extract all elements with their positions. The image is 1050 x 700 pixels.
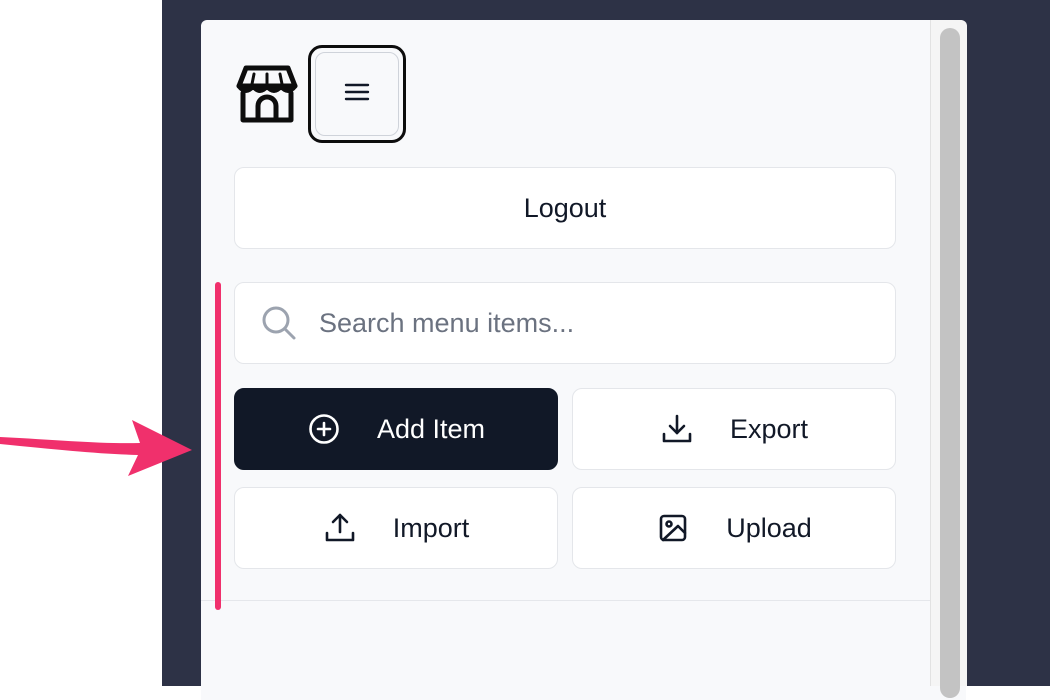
search-icon (261, 305, 297, 341)
scrollbar-thumb[interactable] (940, 28, 960, 698)
add-item-button[interactable]: Add Item (234, 388, 558, 470)
export-label: Export (729, 413, 809, 444)
upload-label: Upload (726, 512, 812, 543)
section-divider (201, 600, 930, 601)
logout-label: Logout (523, 192, 607, 223)
logout-button[interactable]: Logout (234, 167, 896, 249)
annotation-arrow-icon (0, 420, 192, 476)
add-item-label: Add Item (376, 413, 486, 444)
download-icon (660, 412, 694, 446)
menu-toggle-button[interactable] (308, 45, 406, 143)
upload-button[interactable]: Upload (572, 487, 896, 569)
search-field[interactable] (234, 282, 896, 364)
search-input[interactable] (317, 306, 861, 340)
annotation-highlight-bar (215, 282, 221, 610)
import-label: Import (392, 512, 470, 543)
hamburger-menu-icon (344, 82, 370, 107)
upload-icon (323, 511, 357, 545)
store-icon (234, 62, 300, 128)
image-icon (656, 511, 690, 545)
import-button[interactable]: Import (234, 487, 558, 569)
export-button[interactable]: Export (572, 388, 896, 470)
plus-circle-icon (307, 412, 341, 446)
